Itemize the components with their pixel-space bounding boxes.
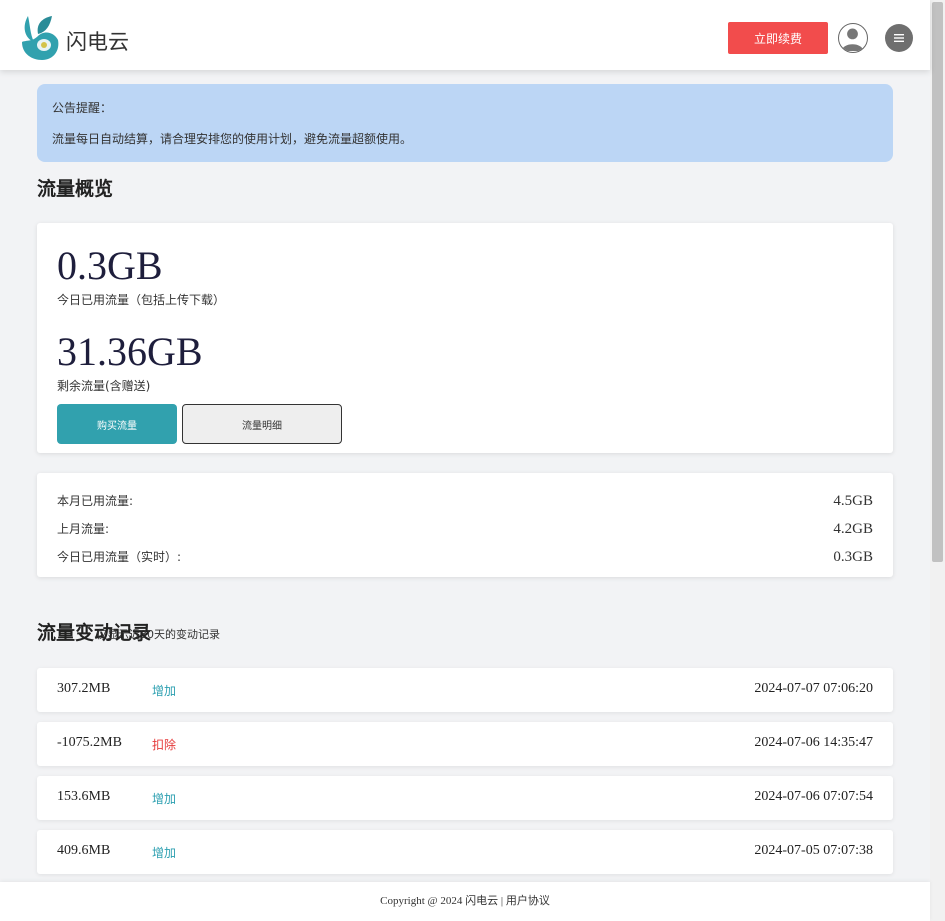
brand-logo-icon[interactable] bbox=[20, 14, 62, 60]
history-type: 增加 bbox=[152, 792, 177, 806]
history-type: 增加 bbox=[152, 846, 177, 860]
history-amount: 307.2MB bbox=[57, 681, 111, 696]
notice-banner: 公告提醒： 流量每日自动结算，请合理安排您的使用计划，避免流量超额使用。 bbox=[37, 84, 893, 162]
history-row[interactable]: 153.6MB 增加 2024-07-06 07:07:54 bbox=[37, 776, 893, 820]
history-type: 增加 bbox=[152, 684, 177, 698]
stat-value: 4.2GB bbox=[833, 521, 873, 537]
history-row[interactable]: -1075.2MB 扣除 2024-07-06 14:35:47 bbox=[37, 722, 893, 766]
stat-value: 4.5GB bbox=[833, 493, 873, 509]
remaining-label: 剩余流量(含赠送) bbox=[57, 379, 151, 393]
history-subtitle: 仅显示近30天的变动记录 bbox=[96, 628, 220, 641]
top-header: 闪电云 立即续费 bbox=[0, 0, 930, 70]
history-time: 2024-07-06 07:07:54 bbox=[754, 789, 873, 804]
notice-body: 流量每日自动结算，请合理安排您的使用计划，避免流量超额使用。 bbox=[52, 132, 413, 146]
traffic-summary-card: 0.3GB 今日已用流量（包括上传下载） 31.36GB 剩余流量(含赠送) 购… bbox=[37, 223, 893, 453]
history-time: 2024-07-07 07:06:20 bbox=[754, 681, 873, 696]
stat-label: 今日已用流量（实时）: bbox=[57, 550, 182, 564]
history-time: 2024-07-05 07:07:38 bbox=[754, 843, 873, 858]
user-avatar-icon[interactable] bbox=[838, 23, 868, 53]
history-amount: 153.6MB bbox=[57, 789, 111, 804]
traffic-detail-button[interactable]: 流量明细 bbox=[182, 404, 342, 444]
stat-value: 0.3GB bbox=[833, 549, 873, 565]
notice-title: 公告提醒： bbox=[52, 101, 113, 115]
history-row[interactable]: 409.6MB 增加 2024-07-05 07:07:38 bbox=[37, 830, 893, 874]
history-amount: -1075.2MB bbox=[57, 735, 122, 750]
summary-title: 流量概览 bbox=[37, 178, 114, 200]
remaining-value: 31.36GB bbox=[57, 329, 203, 374]
summary-actions: 购买流量 流量明细 bbox=[57, 404, 873, 444]
copyright-text: Copyright @ 2024 闪电云 | 用户协议 bbox=[380, 895, 550, 907]
stat-row: 今日已用流量（实时）: 0.3GB bbox=[57, 543, 873, 571]
hamburger-menu-icon[interactable] bbox=[885, 24, 913, 52]
page: 闪电云 立即续费 公告提醒： 流量每日自动结算，请合理安排您的使用计划，避免流量… bbox=[0, 0, 930, 921]
usage-stats-card: 本月已用流量: 4.5GB 上月流量: 4.2GB 今日已用流量（实时）: 0.… bbox=[37, 473, 893, 577]
brand-name: 闪电云 bbox=[66, 30, 129, 54]
page-footer: Copyright @ 2024 闪电云 | 用户协议 bbox=[0, 882, 930, 921]
today-usage-value: 0.3GB bbox=[57, 243, 163, 288]
history-amount: 409.6MB bbox=[57, 843, 111, 858]
today-usage-label: 今日已用流量（包括上传下载） bbox=[57, 293, 226, 307]
history-row[interactable]: 307.2MB 增加 2024-07-07 07:06:20 bbox=[37, 668, 893, 712]
history-time: 2024-07-06 14:35:47 bbox=[754, 735, 873, 750]
stat-label: 上月流量: bbox=[57, 522, 110, 536]
stat-row: 本月已用流量: 4.5GB bbox=[57, 487, 873, 515]
buy-traffic-button[interactable]: 购买流量 bbox=[57, 404, 177, 444]
stat-label: 本月已用流量: bbox=[57, 494, 134, 508]
stat-row: 上月流量: 4.2GB bbox=[57, 515, 873, 543]
scrollbar-thumb[interactable] bbox=[932, 2, 943, 562]
history-type: 扣除 bbox=[152, 738, 177, 752]
renew-button[interactable]: 立即续费 bbox=[728, 22, 828, 54]
